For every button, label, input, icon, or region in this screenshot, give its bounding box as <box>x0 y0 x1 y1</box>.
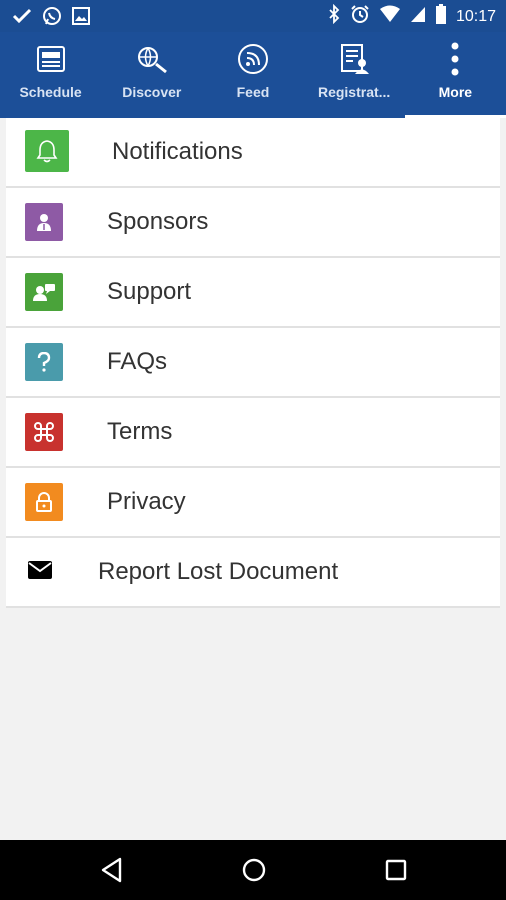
command-icon <box>25 413 63 451</box>
tab-registration[interactable]: Registrat... <box>304 32 405 118</box>
tab-more[interactable]: More <box>404 32 506 118</box>
tab-label: Discover <box>122 84 182 100</box>
status-time: 10:17 <box>455 7 496 25</box>
menu-item-label: Report Lost Document <box>98 558 339 585</box>
menu-item-label: FAQs <box>107 348 168 375</box>
more-icon <box>437 42 473 76</box>
status-bar: 10:17 <box>0 0 506 32</box>
mail-icon <box>26 558 54 582</box>
lock-icon <box>25 483 63 521</box>
menu-item-privacy[interactable]: Privacy <box>6 468 500 538</box>
question-icon <box>25 343 63 381</box>
menu-item-label: Support <box>107 278 192 305</box>
tab-label: More <box>438 84 473 100</box>
back-icon[interactable] <box>97 855 127 885</box>
menu-item-label: Sponsors <box>107 208 209 235</box>
whatsapp-icon <box>42 6 62 31</box>
status-bar-right: 10:17 <box>328 3 496 29</box>
bluetooth-icon <box>328 3 340 29</box>
menu-item-terms[interactable]: Terms <box>6 398 500 468</box>
schedule-icon <box>33 42 69 76</box>
home-icon[interactable] <box>239 855 269 885</box>
check-icon <box>12 7 32 30</box>
menu-item-label: Terms <box>107 418 173 445</box>
wifi-icon <box>379 5 400 28</box>
feed-icon <box>235 42 271 76</box>
menu-item-sponsors[interactable]: Sponsors <box>6 188 500 258</box>
tab-feed[interactable]: Feed <box>202 32 303 118</box>
tab-schedule[interactable]: Schedule <box>0 32 101 118</box>
alarm-icon <box>350 4 370 29</box>
menu-item-notifications[interactable]: Notifications <box>6 118 500 188</box>
status-bar-left <box>12 6 90 31</box>
menu-item-label: Privacy <box>107 488 186 515</box>
top-tab-bar: Schedule Discover Feed Registrat... More <box>0 32 506 118</box>
tab-label: Feed <box>236 84 270 100</box>
image-icon <box>72 7 90 30</box>
system-nav-bar <box>0 840 506 900</box>
more-menu-list: Notifications Sponsors Support FAQs Term… <box>6 118 500 608</box>
signal-icon <box>410 5 426 28</box>
support-icon <box>25 273 63 311</box>
menu-item-faqs[interactable]: FAQs <box>6 328 500 398</box>
sponsor-icon <box>25 203 63 241</box>
bell-icon <box>25 130 69 172</box>
tab-discover[interactable]: Discover <box>101 32 202 118</box>
tab-label: Registrat... <box>317 84 391 100</box>
registration-icon <box>336 42 372 76</box>
menu-item-label: Notifications <box>112 138 243 165</box>
discover-icon <box>134 42 170 76</box>
battery-icon <box>435 4 446 29</box>
menu-item-support[interactable]: Support <box>6 258 500 328</box>
tab-label: Schedule <box>19 84 82 100</box>
menu-item-report-lost-document[interactable]: Report Lost Document <box>6 538 500 608</box>
recents-icon[interactable] <box>381 855 411 885</box>
